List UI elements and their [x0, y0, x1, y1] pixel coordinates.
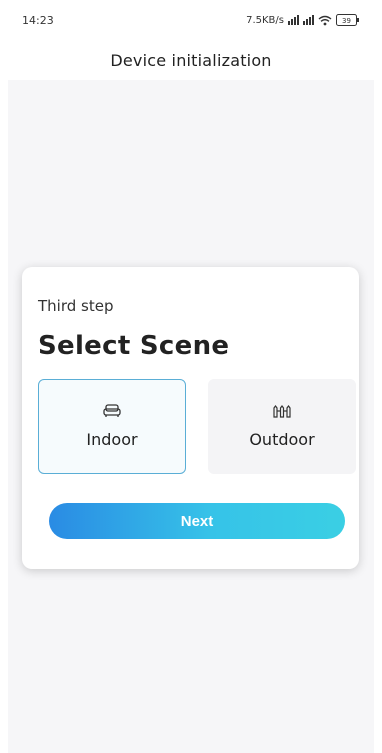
fence-icon: [273, 405, 291, 418]
page-title: Device initialization: [110, 50, 272, 70]
battery-level: 39: [342, 17, 351, 25]
card-heading: Select Scene: [38, 331, 230, 361]
outdoor-label: Outdoor: [249, 430, 315, 449]
app-header: Device initialization: [0, 40, 382, 80]
scene-option-indoor[interactable]: Indoor: [38, 379, 186, 474]
status-time: 14:23: [22, 13, 54, 27]
next-button[interactable]: Next: [49, 503, 345, 539]
signal-icon: [288, 15, 299, 25]
status-bar: 14:23 7.5KB/s 39: [0, 0, 382, 40]
signal-icon: [303, 15, 314, 25]
step-label: Third step: [38, 297, 114, 315]
battery-icon: 39: [336, 14, 360, 26]
scene-option-outdoor[interactable]: Outdoor: [208, 379, 356, 474]
indoor-label: Indoor: [86, 430, 138, 449]
network-speed: 7.5KB/s: [246, 14, 284, 26]
status-icons: 7.5KB/s 39: [246, 14, 360, 26]
scene-card: Third step Select Scene Indoor Outdoor N…: [22, 267, 359, 569]
wifi-icon: [318, 15, 332, 26]
sofa-icon: [103, 404, 121, 417]
content-area: Third step Select Scene Indoor Outdoor N…: [8, 80, 374, 753]
